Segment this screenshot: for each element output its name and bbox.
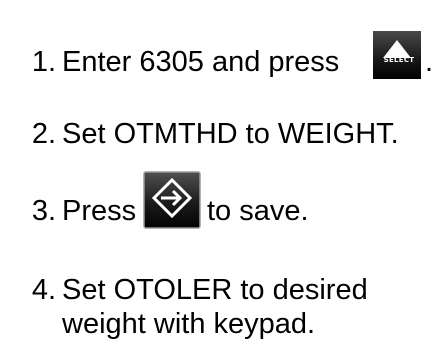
step-number: 2.: [31, 118, 56, 150]
enter-key-icon: [143, 171, 201, 229]
step-text-before: Press: [62, 195, 137, 227]
step-suffix: .: [425, 46, 434, 78]
step-number: 4.: [31, 274, 56, 306]
step-text-line2: weight with keypad.: [62, 308, 316, 340]
step-1: 1. Enter 6305 and press SELECT .: [0, 31, 440, 115]
step-4: 4. Set OTOLER to desired weight with key…: [0, 273, 440, 343]
enter-arrow-icon: [143, 171, 201, 229]
select-key-icon: SELECT: [373, 31, 425, 83]
step-text-after: to save.: [207, 195, 309, 227]
step-3: 3. Press to save.: [0, 171, 440, 254]
select-key-label: SELECT: [383, 56, 415, 64]
step-2: 2. Set OTMTHD to WEIGHT.: [0, 117, 440, 157]
step-number: 1.: [31, 46, 56, 78]
step-text: Set OTMTHD to WEIGHT.: [62, 118, 399, 150]
step-text-line1: Set OTOLER to desired: [62, 274, 368, 306]
step-text: Enter 6305 and press: [62, 46, 340, 78]
step-number: 3.: [31, 195, 56, 227]
